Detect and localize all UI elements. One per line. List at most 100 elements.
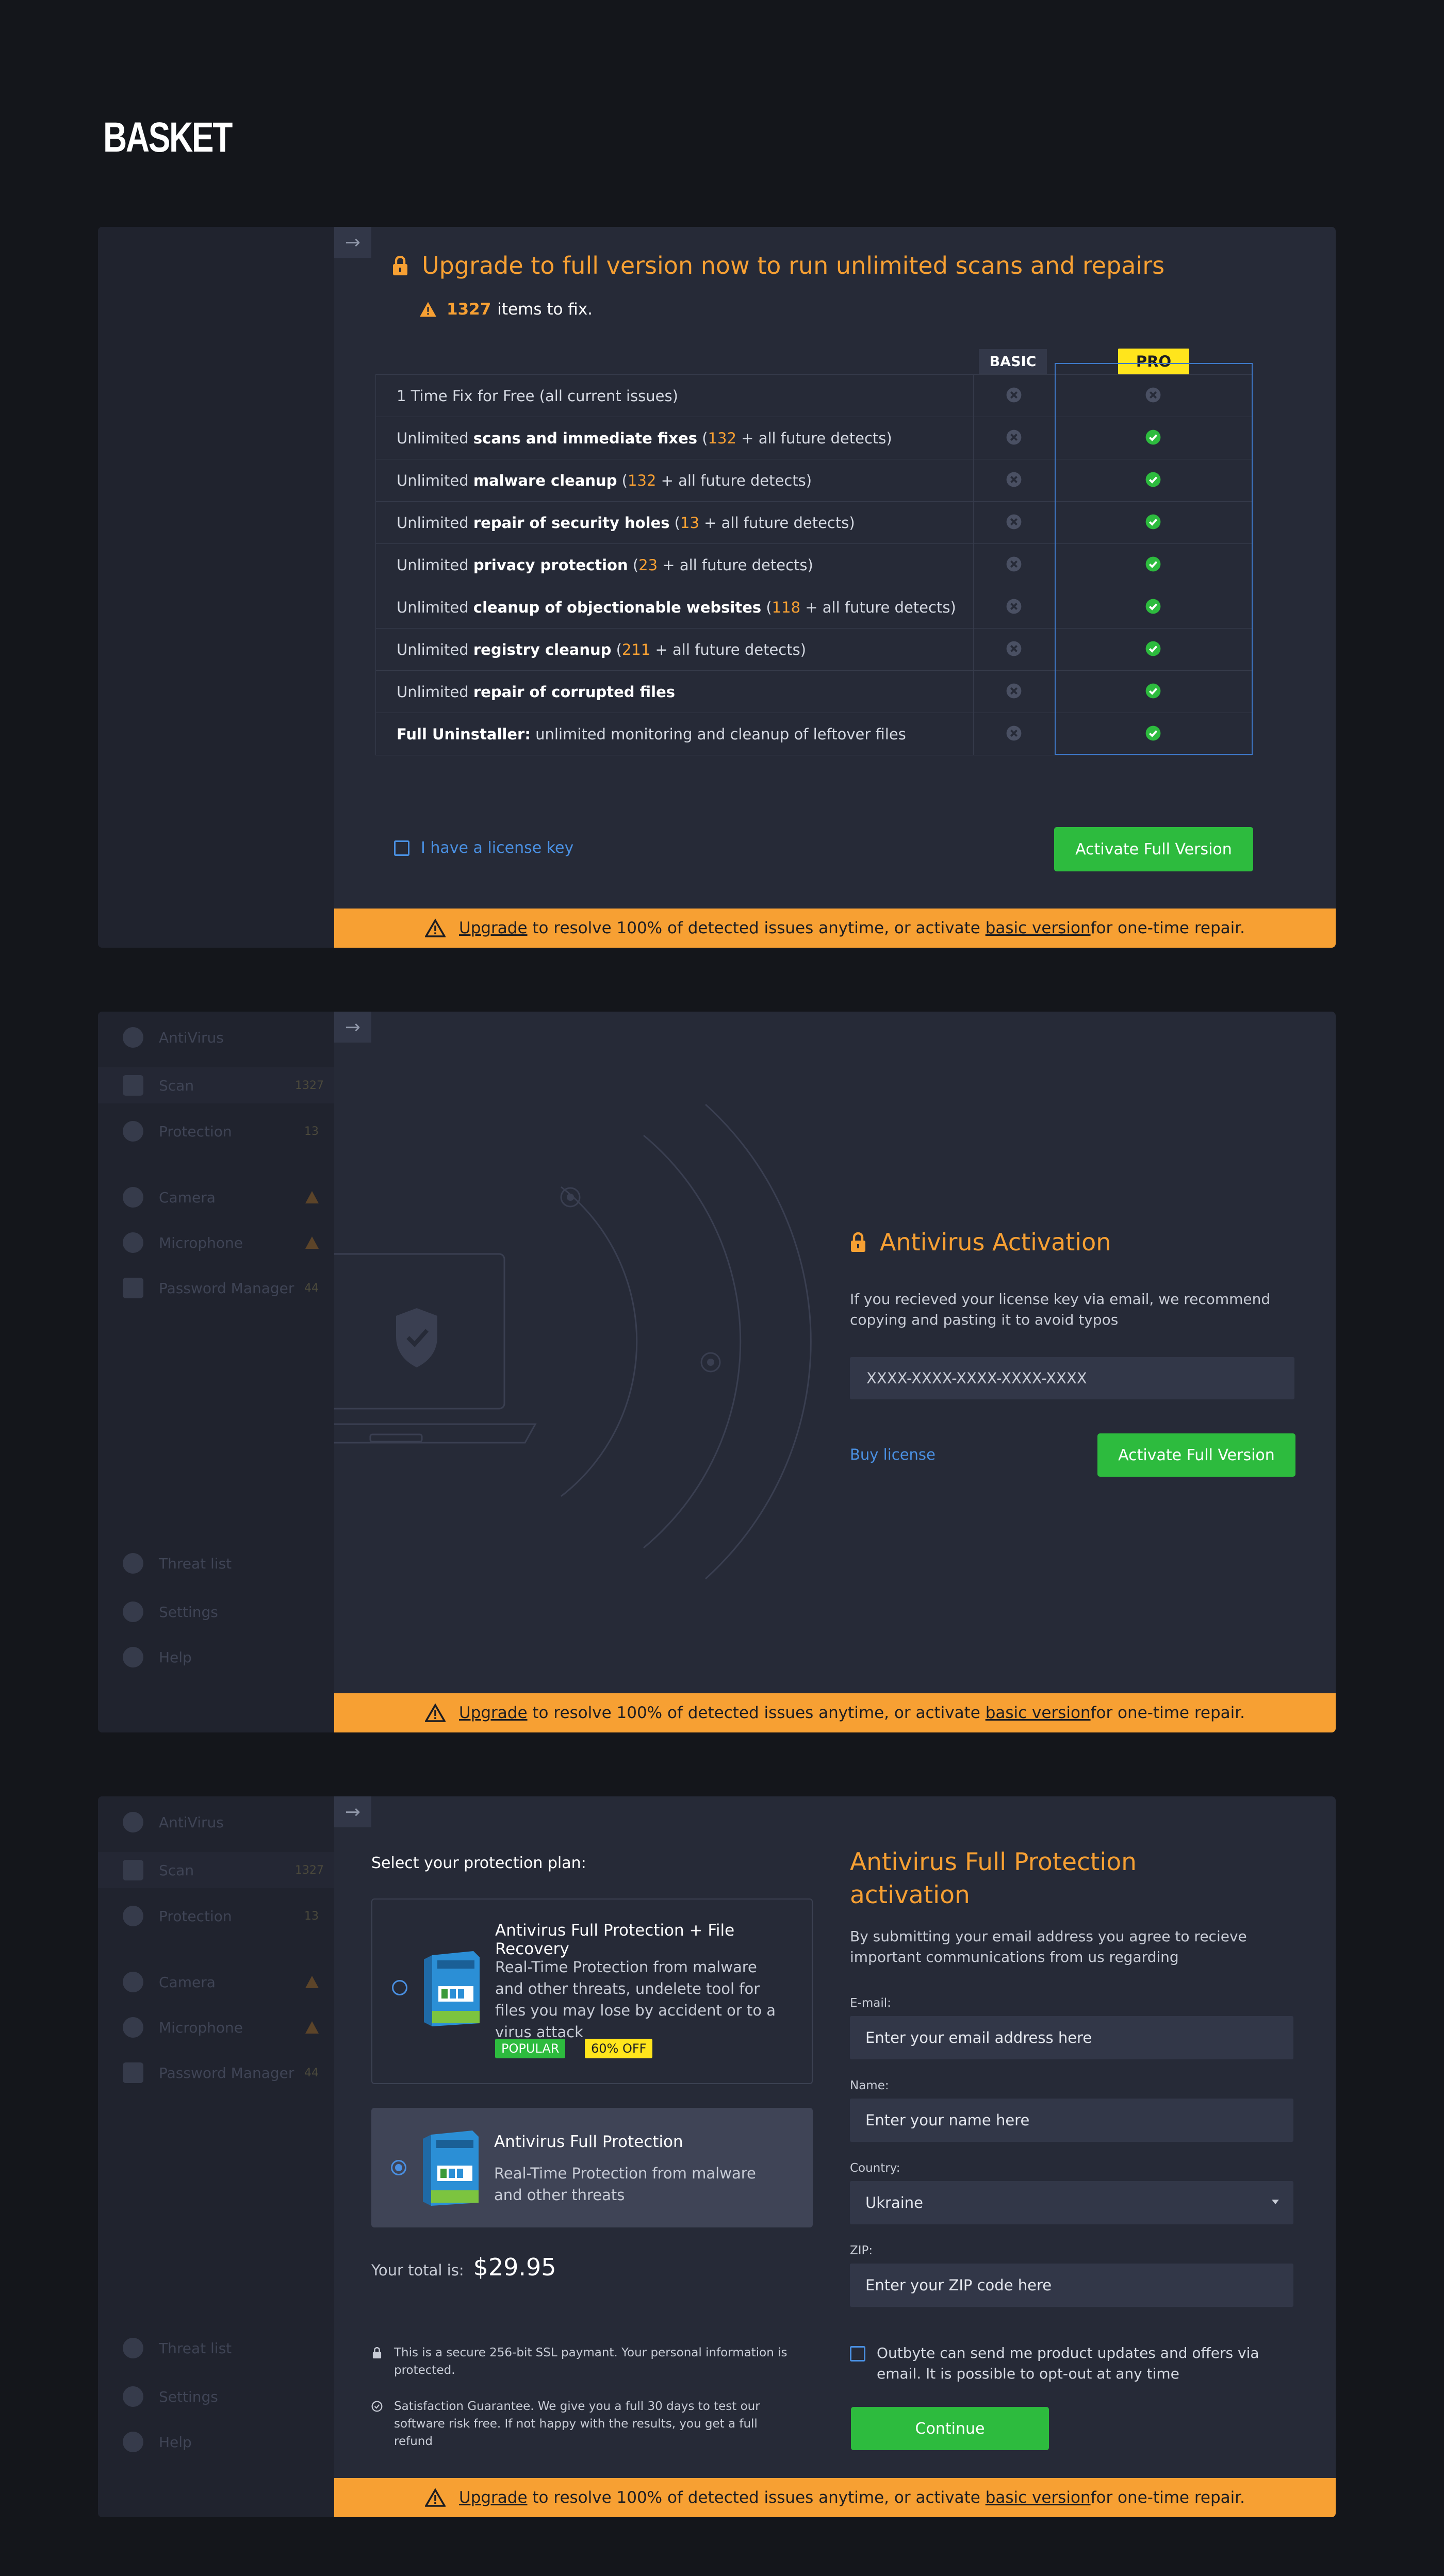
check-circle-icon: [1145, 471, 1161, 490]
feature-count: 23: [638, 556, 658, 574]
check-circle-icon: [1145, 640, 1161, 659]
sidebar-item-label: Settings: [159, 1603, 218, 1621]
feature-paren: (: [761, 598, 772, 616]
x-circle-icon: [1145, 387, 1161, 405]
purchase-window: AntiVirus Scan 1327 Protection 13 Camera M…: [98, 1796, 1336, 2517]
continue-button[interactable]: Continue: [851, 2407, 1049, 2450]
plan-heading: Select your protection plan:: [371, 1854, 586, 1872]
buy-license-link[interactable]: Buy license: [850, 1446, 936, 1463]
optin-text: Outbyte can send me product updates and …: [877, 2344, 1259, 2382]
check-circle-icon: [1145, 514, 1161, 532]
banner-text: to resolve 100% of detected issues anyti…: [527, 2488, 986, 2507]
plan-radio[interactable]: [392, 1980, 407, 1995]
password-icon: [123, 2062, 143, 2083]
sidebar-item-settings[interactable]: Settings: [123, 1601, 319, 1622]
app-name: AntiVirus: [159, 1813, 224, 1831]
feature-label: Unlimited cleanup of objectionable websi…: [376, 586, 974, 628]
feature-text: Unlimited: [397, 640, 473, 658]
sidebar-item-microphone[interactable]: Microphone: [123, 2017, 319, 2038]
plan-option-file-recovery[interactable]: Antivirus Full Protection + File Recover…: [371, 1898, 813, 2084]
sidebar-item-protection[interactable]: Protection 13: [123, 1121, 319, 1142]
license-key-checkbox[interactable]: I have a license key: [394, 839, 573, 857]
activation-title: Antivirus Activation: [850, 1228, 1111, 1256]
banner-basic-link[interactable]: basic version: [986, 2488, 1091, 2507]
zip-field[interactable]: [850, 2264, 1293, 2307]
scan-badge: 1327: [295, 1079, 324, 1092]
sidebar-item-scan[interactable]: Scan 1327: [98, 1852, 334, 1888]
check-circle-icon: [1145, 598, 1161, 617]
license-key-label[interactable]: I have a license key: [421, 839, 573, 857]
form-description: By submitting your email address you agr…: [850, 1928, 1247, 1966]
banner-upgrade-link[interactable]: Upgrade: [459, 1704, 528, 1722]
app-logo-icon: [123, 1812, 143, 1832]
sidebar-item-password-manager[interactable]: Password Manager 44: [123, 2062, 319, 2083]
items-label: items to fix.: [497, 300, 593, 319]
basic-cell: [974, 502, 1054, 543]
sidebar-collapse-button[interactable]: →: [334, 1796, 371, 1827]
discount-badge: 60% OFF: [585, 2039, 653, 2058]
banner-upgrade-link[interactable]: Upgrade: [459, 2488, 528, 2507]
pro-cell: [1054, 502, 1252, 543]
country-select[interactable]: Ukraine: [850, 2181, 1293, 2224]
activate-full-version-button[interactable]: Activate Full Version: [1054, 827, 1253, 871]
check-circle-icon: [1145, 683, 1161, 701]
basic-cell: [974, 375, 1054, 417]
help-icon: [123, 1647, 143, 1667]
sidebar-item-scan[interactable]: Scan 1327: [98, 1067, 334, 1103]
camera-icon: [123, 1187, 143, 1208]
sidebar-item-help[interactable]: Help: [123, 2432, 319, 2452]
page-title: BASKET: [103, 114, 233, 161]
upgrade-title: Upgrade to full version now to run unlim…: [392, 252, 1164, 279]
sidebar-item-protection[interactable]: Protection 13: [123, 1906, 319, 1926]
sidebar-item-camera[interactable]: Camera: [123, 1972, 319, 1992]
optin-checkbox[interactable]: [850, 2346, 865, 2362]
sidebar-item-settings[interactable]: Settings: [123, 2386, 319, 2407]
sidebar-item-camera[interactable]: Camera: [123, 1187, 319, 1208]
feature-paren: (: [697, 429, 708, 447]
feature-label: Unlimited malware cleanup (132 + all fut…: [376, 459, 974, 501]
lock-icon: [372, 2347, 382, 2358]
plan-description: Real-Time Protection from malware and ot…: [494, 2165, 756, 2204]
basic-cell: [974, 629, 1054, 670]
checkbox-box[interactable]: [394, 840, 409, 856]
table-row: Full Uninstaller: unlimited monitoring a…: [375, 713, 1252, 755]
activation-title-text: Antivirus Activation: [880, 1228, 1111, 1256]
gear-icon: [123, 2386, 143, 2407]
column-pro-header: PRO: [1118, 349, 1189, 374]
activation-window: AntiVirus Scan 1327 Protection 13 Camera M…: [98, 1012, 1336, 1732]
feature-label: Unlimited repair of security holes (13 +…: [376, 502, 974, 543]
plan-option-full-protection[interactable]: Antivirus Full Protection Real-Time Prot…: [371, 2108, 813, 2227]
sidebar-item-label: Settings: [159, 2388, 218, 2405]
sidebar: AntiVirus Scan 1327 Protection 13 Camera M…: [98, 1012, 334, 1732]
items-to-fix: 1327 items to fix.: [420, 300, 593, 319]
app-logo-icon: [123, 1027, 143, 1048]
sidebar-item-threat-list[interactable]: Threat list: [123, 2338, 319, 2358]
sidebar-item-threat-list[interactable]: Threat list: [123, 1553, 319, 1574]
feature-count: 132: [628, 471, 657, 489]
license-key-input[interactable]: [850, 1357, 1294, 1399]
activate-full-version-button[interactable]: Activate Full Version: [1097, 1433, 1295, 1477]
table-row: Unlimited malware cleanup (132 + all fut…: [375, 459, 1252, 502]
sidebar-item-microphone[interactable]: Microphone: [123, 1232, 319, 1253]
sidebar: [98, 227, 334, 948]
sidebar-item-help[interactable]: Help: [123, 1647, 319, 1667]
sidebar-collapse-button[interactable]: →: [334, 227, 371, 258]
banner-basic-link[interactable]: basic version: [986, 1704, 1091, 1722]
email-field[interactable]: [850, 2016, 1293, 2059]
pro-cell: [1054, 629, 1252, 670]
feature-highlight: malware cleanup: [473, 471, 617, 489]
sidebar-item-password-manager[interactable]: Password Manager 44: [123, 1278, 319, 1298]
table-row: Unlimited repair of security holes (13 +…: [375, 502, 1252, 544]
banner-upgrade-link[interactable]: Upgrade: [459, 919, 528, 937]
popular-badge: POPULAR: [495, 2039, 566, 2058]
banner-basic-link[interactable]: basic version: [986, 919, 1091, 937]
marketing-optin[interactable]: Outbyte can send me product updates and …: [850, 2343, 1304, 2384]
plan-name: Antivirus Full Protection + File Recover…: [495, 1921, 735, 1958]
plan-name: Antivirus Full Protection: [494, 2133, 683, 2151]
basic-cell: [974, 417, 1054, 459]
name-field[interactable]: [850, 2099, 1293, 2142]
plan-radio-selected[interactable]: [391, 2160, 406, 2175]
sidebar-app-title: AntiVirus: [123, 1812, 319, 1832]
sidebar-item-label: Protection: [159, 1907, 232, 1925]
check-circle-icon: [1145, 725, 1161, 744]
